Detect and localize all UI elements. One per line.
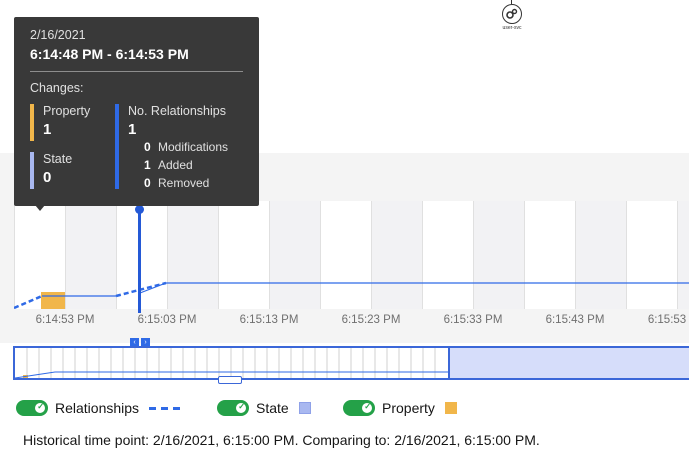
modifications-label: Modifications xyxy=(158,140,229,154)
tooltip-caret xyxy=(35,205,45,211)
overview-timeline[interactable] xyxy=(13,346,689,380)
state-swatch xyxy=(298,402,311,414)
legend-relationships[interactable]: ✓ Relationships xyxy=(16,399,186,417)
topology-node[interactable]: user-svc xyxy=(500,0,524,31)
removed-count: 0 xyxy=(144,176,151,190)
timeline-chart[interactable] xyxy=(14,201,689,309)
property-change-bar xyxy=(41,292,65,309)
x-tick-label: 6:15:23 PM xyxy=(341,314,401,326)
relationships-label: No. Relationships xyxy=(128,104,226,118)
modifications-row: 0 Modifications xyxy=(144,140,228,154)
relationships-series xyxy=(139,282,689,294)
property-swatch xyxy=(444,402,457,414)
relationships-toggle[interactable]: ✓ xyxy=(16,400,48,416)
x-tick-label: 6:15:43 PM xyxy=(545,314,605,326)
gears-icon xyxy=(502,4,522,24)
tooltip-time-range: 6:14:48 PM - 6:14:53 PM xyxy=(30,46,189,62)
legend-label: State xyxy=(256,400,289,416)
step-buttons: ‹ › xyxy=(130,331,152,347)
chart-plot xyxy=(14,281,689,309)
legend-state[interactable]: ✓ State xyxy=(217,399,311,417)
property-label: Property xyxy=(43,104,91,118)
state-label: State xyxy=(43,152,73,166)
property-color-bar xyxy=(30,104,34,141)
removed-row: 0 Removed xyxy=(144,176,209,190)
tooltip-changes-heading: Changes: xyxy=(30,81,84,95)
relationships-value: 1 xyxy=(128,121,137,138)
change-tooltip: 2/16/2021 6:14:48 PM - 6:14:53 PM Change… xyxy=(14,17,259,206)
x-tick-label: 6:15:53 xyxy=(647,314,687,326)
x-tick-label: 6:15:33 PM xyxy=(443,314,503,326)
added-label: Added xyxy=(158,158,193,172)
time-scrubber-line[interactable] xyxy=(138,207,141,313)
added-row: 1 Added xyxy=(144,158,193,172)
historical-time-status: Historical time point: 2/16/2021, 6:15:0… xyxy=(23,432,540,448)
check-icon: ✓ xyxy=(37,402,44,411)
x-tick-label: 6:14:53 PM xyxy=(35,314,95,326)
property-toggle[interactable]: ✓ xyxy=(343,400,375,416)
state-color-bar xyxy=(30,152,34,189)
added-count: 1 xyxy=(144,158,151,172)
state-toggle[interactable]: ✓ xyxy=(217,400,249,416)
x-tick-label: 6:15:03 PM xyxy=(137,314,197,326)
node-label: user-svc xyxy=(502,25,522,31)
x-tick-label: 6:15:13 PM xyxy=(239,314,299,326)
legend-property[interactable]: ✓ Property xyxy=(343,399,457,417)
relationships-series-dashed xyxy=(115,281,167,298)
property-value: 1 xyxy=(43,121,52,138)
overview-selection[interactable] xyxy=(448,348,689,378)
overview-drag-handle[interactable] xyxy=(218,376,242,384)
relationships-swatch xyxy=(149,406,186,410)
check-icon: ✓ xyxy=(238,402,245,411)
legend-label: Relationships xyxy=(55,400,140,416)
time-scrubber-handle[interactable] xyxy=(135,205,144,214)
state-value: 0 xyxy=(43,169,52,186)
modifications-count: 0 xyxy=(144,140,151,154)
removed-label: Removed xyxy=(158,176,210,190)
relationships-series-dashed xyxy=(14,294,43,309)
tooltip-date: 2/16/2021 xyxy=(30,28,86,42)
tooltip-divider xyxy=(30,71,243,72)
relationships-color-bar xyxy=(115,104,119,189)
check-icon: ✓ xyxy=(364,402,371,411)
legend-label: Property xyxy=(382,400,435,416)
